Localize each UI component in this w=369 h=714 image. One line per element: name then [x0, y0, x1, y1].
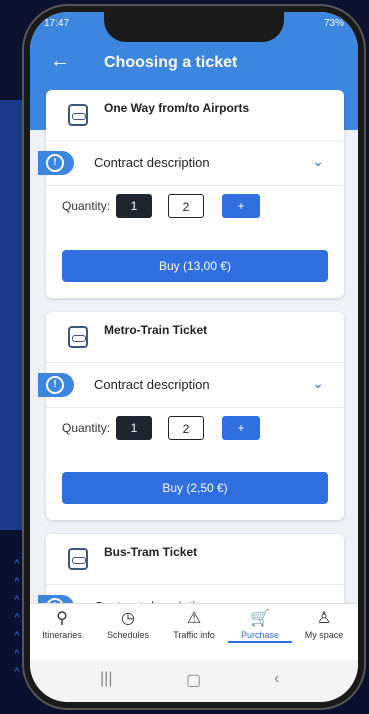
android-navigation-bar: ||| ▢ ‹ [30, 660, 358, 702]
quantity-label: Quantity: [62, 199, 111, 213]
quantity-row: Quantity: 1 2 + [46, 408, 344, 448]
ticket-title: Metro-Train Ticket [104, 323, 208, 337]
quantity-option-1[interactable]: 1 [116, 194, 152, 218]
quantity-plus-button[interactable]: + [222, 194, 260, 218]
tab-my-space[interactable]: ♙ My space [292, 608, 356, 640]
chevron-down-icon[interactable]: ⌄ [312, 153, 324, 170]
ticket-card: One Way from/to Airports ! Contract desc… [38, 90, 344, 298]
tab-itineraries[interactable]: ⚲ Itineraries [30, 608, 94, 640]
back-arrow-icon[interactable]: ← [50, 50, 70, 73]
map-pin-icon: ⚲ [56, 610, 68, 627]
quantity-plus-button[interactable]: + [222, 416, 260, 440]
ticket-icon [68, 326, 88, 348]
quantity-row: Quantity: 1 2 + [46, 186, 344, 226]
back-nav-icon[interactable]: ‹ [274, 670, 279, 688]
ticket-card: Metro-Train Ticket ! Contract descriptio… [38, 312, 344, 520]
contract-label: Contract description [94, 155, 210, 170]
contract-label: Contract description [94, 377, 210, 392]
recent-apps-icon[interactable]: ||| [100, 670, 112, 688]
info-icon: ! [46, 154, 64, 172]
tab-label: Purchase [228, 630, 292, 643]
ticket-card-header: Bus-Tram Ticket [46, 534, 344, 585]
contract-description-row[interactable]: ! Contract description ⌄ [38, 141, 344, 186]
tab-label: Schedules [106, 630, 150, 640]
home-icon[interactable]: ▢ [186, 670, 201, 690]
info-badge: ! [38, 373, 74, 397]
quantity-label: Quantity: [62, 421, 111, 435]
battery-level: 73% [323, 18, 344, 29]
phone-screen: 17:47 73% ← Choosing a ticket One Way fr… [30, 12, 358, 702]
warning-icon: ⚠ [186, 610, 202, 627]
cart-icon: 🛒 [250, 610, 270, 627]
ticket-title: Bus-Tram Ticket [104, 545, 198, 559]
ticket-icon [68, 104, 88, 126]
info-icon: ! [46, 376, 64, 394]
tab-traffic-info[interactable]: ⚠ Traffic info [162, 608, 226, 640]
quantity-option-1[interactable]: 1 [116, 416, 152, 440]
user-icon: ♙ [316, 610, 332, 627]
ticket-icon [68, 548, 88, 570]
ticket-list[interactable]: One Way from/to Airports ! Contract desc… [30, 90, 358, 640]
status-time: 17:47 [44, 18, 70, 29]
tab-purchase[interactable]: 🛒 Purchase [228, 608, 292, 643]
tab-label: Itineraries [42, 630, 82, 640]
page-title: Choosing a ticket [104, 54, 238, 71]
app-bar: ← Choosing a ticket [30, 48, 358, 80]
quantity-option-2[interactable]: 2 [168, 416, 204, 440]
camera-notch [104, 12, 284, 42]
bottom-tab-bar: ⚲ Itineraries ◷ Schedules ⚠ Traffic info… [30, 603, 358, 660]
clock-icon: ◷ [121, 610, 135, 627]
ticket-title: One Way from/to Airports [104, 101, 250, 115]
info-badge: ! [38, 151, 74, 175]
buy-button[interactable]: Buy (13,00 €) [62, 250, 328, 282]
chevron-down-icon[interactable]: ⌄ [312, 375, 324, 392]
tab-label: Traffic info [173, 630, 215, 640]
ticket-card-header: Metro-Train Ticket [46, 312, 344, 363]
tab-label: My space [304, 630, 344, 640]
buy-button[interactable]: Buy (2,50 €) [62, 472, 328, 504]
ticket-card-header: One Way from/to Airports [46, 90, 344, 141]
tab-schedules[interactable]: ◷ Schedules [96, 608, 160, 640]
quantity-option-2[interactable]: 2 [168, 194, 204, 218]
contract-description-row[interactable]: ! Contract description ⌄ [38, 363, 344, 408]
